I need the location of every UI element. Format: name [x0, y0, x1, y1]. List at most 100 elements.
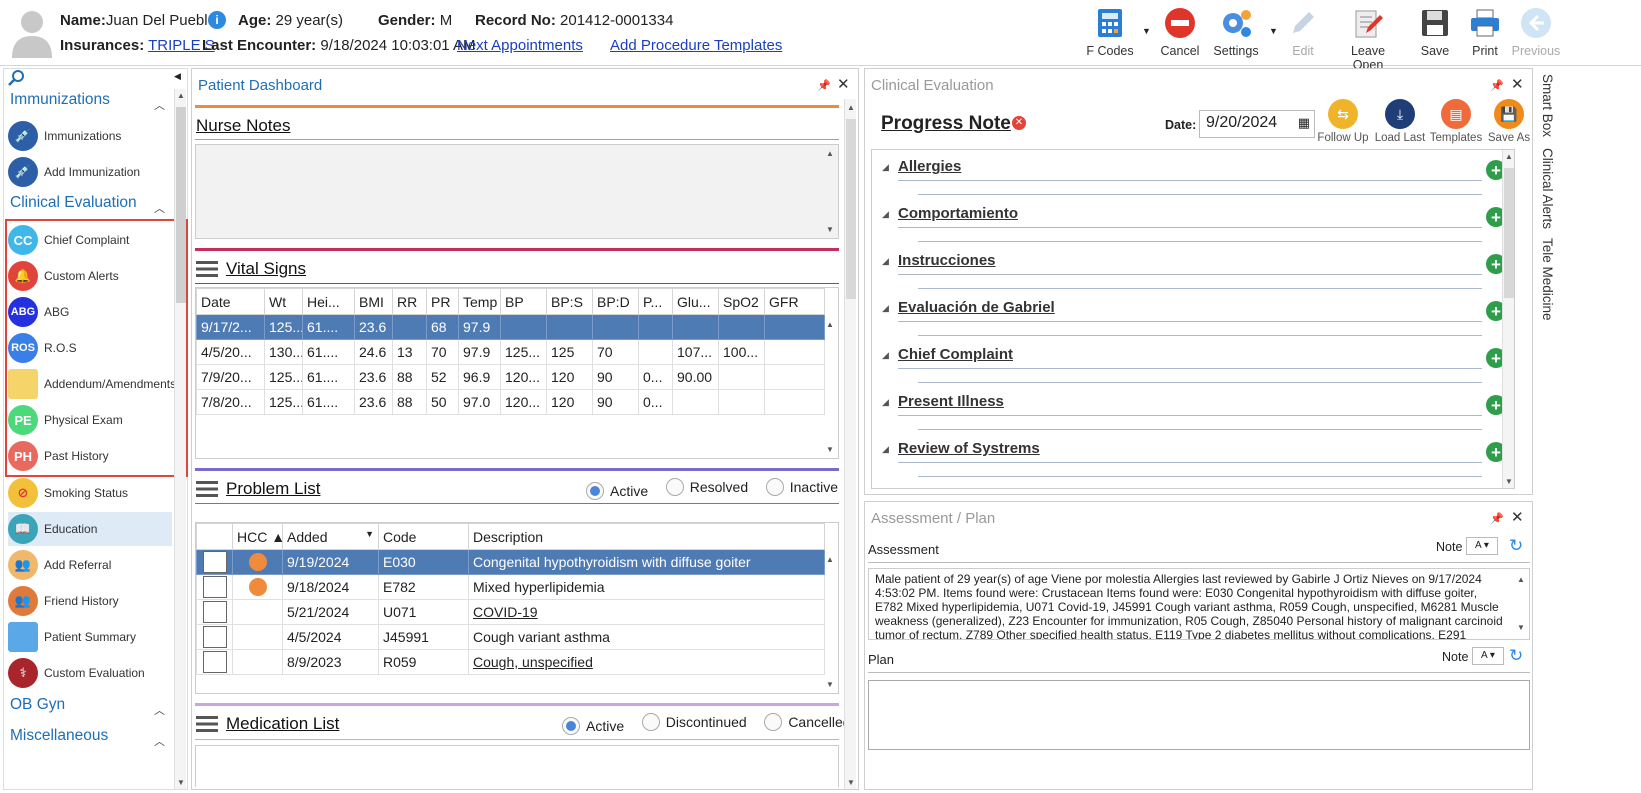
section-title[interactable]: Chief Complaint — [898, 346, 1013, 363]
refresh-icon[interactable]: ↻ — [1509, 536, 1523, 556]
assessment-textarea[interactable]: Male patient of 29 year(s) of age Viene … — [868, 568, 1530, 640]
fcodes-button[interactable]: F Codes — [1080, 4, 1140, 62]
progress-note-section[interactable]: ◢ Present Illness + — [878, 393, 1506, 433]
sidebar-item-ros[interactable]: ROS R.O.S — [8, 331, 172, 365]
menu-icon[interactable] — [196, 716, 218, 732]
column-header[interactable]: PR — [426, 288, 459, 315]
scroll-down-icon[interactable]: ▼ — [1515, 621, 1527, 635]
miscellaneous-header[interactable]: Miscellaneous — [10, 727, 108, 745]
scroll-up-icon[interactable]: ▲ — [824, 149, 836, 158]
sidebar-scrollbar[interactable]: ▲ ▼ — [174, 89, 186, 789]
section-title[interactable]: Instrucciones — [898, 252, 996, 269]
section-title[interactable]: Review of Systrems — [898, 440, 1040, 457]
medication-cancelled-radio[interactable]: Cancelled — [764, 713, 851, 731]
column-header[interactable]: RR — [392, 288, 427, 315]
ob-gyn-header[interactable]: OB Gyn — [10, 696, 65, 714]
sidebar-item-smoking-status[interactable]: ⊘ Smoking Status — [8, 476, 172, 510]
table-cell[interactable]: Cough, unspecified — [468, 649, 825, 675]
refresh-icon[interactable]: ↻ — [1509, 646, 1523, 666]
row-checkbox[interactable] — [202, 601, 227, 623]
previous-button[interactable]: Previous — [1506, 4, 1566, 62]
row-checkbox[interactable] — [202, 576, 227, 598]
expand-triangle-icon[interactable]: ◢ — [882, 162, 889, 173]
column-header[interactable]: Wt — [264, 288, 303, 315]
scroll-thumb[interactable] — [846, 119, 856, 299]
column-header[interactable]: BP:D — [592, 288, 639, 315]
scroll-down-icon[interactable]: ▼ — [824, 225, 836, 234]
row-checkbox[interactable] — [202, 651, 227, 673]
table-row[interactable]: 7/9/20... 125... 61.... 23.6 88 52 96.9 120... 1… — [196, 364, 825, 390]
sidebar-item-custom-alerts[interactable]: 🔔 Custom Alerts — [8, 259, 172, 293]
sidebar-item-physical-exam[interactable]: PE Physical Exam — [8, 403, 172, 437]
scroll-thumb[interactable] — [1504, 168, 1514, 298]
pin-icon[interactable]: 📌 — [1490, 512, 1504, 525]
scroll-up-icon[interactable]: ▲ — [175, 91, 187, 100]
plan-textarea[interactable] — [868, 680, 1530, 750]
table-row[interactable]: 4/5/20... 130... 61.... 24.6 13 70 97.9 125... 1… — [196, 339, 825, 365]
tab-tele-medicine[interactable]: Tele Medicine — [1540, 238, 1555, 321]
medication-active-radio[interactable]: Active — [562, 717, 624, 735]
date-field[interactable]: 9/20/2024 ▦ — [1199, 110, 1315, 138]
sidebar-item-abg[interactable]: ABG ABG — [8, 295, 172, 329]
scroll-down-icon[interactable]: ▼ — [175, 778, 187, 787]
progress-note-section[interactable]: ◢ Chief Complaint + — [878, 346, 1506, 386]
column-header[interactable]: Temp — [458, 288, 501, 315]
scroll-up-icon[interactable]: ▲ — [1515, 573, 1527, 587]
table-row[interactable]: 8/9/2023 R059 Cough, unspecified — [196, 649, 825, 675]
sidebar-item-immunizations[interactable]: 💉 Immunizations — [8, 119, 172, 153]
progress-note-section[interactable]: ◢ Review of Systrems + — [878, 440, 1506, 480]
scroll-down-icon[interactable]: ▼ — [1503, 477, 1514, 486]
clinical-evaluation-header[interactable]: Clinical Evaluation — [10, 194, 137, 212]
clinical-evaluation-collapse-icon[interactable]: ︿ — [154, 200, 165, 216]
table-row[interactable]: 9/18/2024 E782 Mixed hyperlipidemia — [196, 574, 825, 600]
close-icon[interactable]: ✕ — [1511, 508, 1524, 526]
row-checkbox[interactable] — [202, 626, 227, 648]
menu-icon[interactable] — [196, 481, 218, 497]
column-header[interactable]: BP — [500, 288, 547, 315]
column-header[interactable]: BMI — [354, 288, 393, 315]
menu-icon[interactable] — [196, 261, 218, 277]
nurse-notes-header[interactable]: Nurse Notes — [196, 116, 290, 136]
sidebar-item-addendum[interactable]: Addendum/Amendments — [8, 367, 176, 401]
scroll-up-icon[interactable]: ▲ — [824, 555, 836, 564]
table-row[interactable]: 5/21/2024 U071 COVID-19 — [196, 599, 825, 625]
remove-icon[interactable]: ✕ — [1012, 116, 1026, 130]
problem-active-radio[interactable]: Active — [586, 482, 648, 500]
collapse-sidebar-icon[interactable]: ◀ — [174, 71, 181, 82]
column-header[interactable]: BP:S — [546, 288, 593, 315]
pin-icon[interactable]: 📌 — [817, 79, 831, 92]
column-header-hcc[interactable]: HCC ▲ — [232, 523, 283, 550]
templates-button[interactable]: ▤ Templates — [1428, 99, 1484, 144]
immunizations-collapse-icon[interactable]: ︿ — [154, 97, 165, 113]
column-header-description[interactable]: Description — [468, 523, 825, 550]
section-title[interactable]: Allergies — [898, 158, 961, 175]
row-checkbox[interactable] — [202, 551, 227, 573]
column-header[interactable]: Date — [196, 288, 265, 315]
scroll-down-icon[interactable]: ▼ — [824, 445, 836, 454]
scroll-up-icon[interactable]: ▲ — [824, 320, 836, 329]
load-last-button[interactable]: ⤓ Load Last — [1372, 99, 1428, 144]
scroll-down-icon[interactable]: ▼ — [824, 680, 836, 689]
table-row[interactable]: 4/5/2024 J45991 Cough variant asthma — [196, 624, 825, 650]
leave-open-button[interactable]: Leave Open — [1338, 4, 1398, 72]
progress-note-section[interactable]: ◢ Instrucciones + — [878, 252, 1506, 292]
problem-resolved-radio[interactable]: Resolved — [665, 478, 748, 496]
section-title[interactable]: Comportamiento — [898, 205, 1018, 222]
note-format-dropdown[interactable]: A ▾ — [1466, 537, 1498, 555]
column-header[interactable]: P... — [638, 288, 673, 315]
sidebar-item-add-referral[interactable]: 👥 Add Referral — [8, 548, 172, 582]
search-icon[interactable] — [8, 69, 26, 87]
section-title[interactable]: Evaluación de Gabriel — [898, 299, 1055, 316]
sidebar-item-add-immunization[interactable]: 💉 Add Immunization — [8, 155, 172, 189]
table-row[interactable]: 9/17/2... 125... 61.... 23.6 68 97.9 — [196, 314, 825, 340]
scroll-up-icon[interactable]: ▲ — [845, 103, 857, 112]
column-header-added[interactable]: Added ▼ — [282, 523, 379, 550]
sidebar-item-chief-complaint[interactable]: CC Chief Complaint — [8, 223, 172, 257]
problem-list-header[interactable]: Problem List — [196, 479, 320, 499]
scroll-up-icon[interactable]: ▲ — [1503, 152, 1514, 161]
note-format-dropdown[interactable]: A ▾ — [1472, 647, 1504, 665]
edit-button[interactable]: Edit — [1273, 4, 1333, 62]
nurse-notes-textarea[interactable]: ▲ ▼ — [195, 144, 839, 239]
miscellaneous-collapse-icon[interactable]: ︿ — [154, 733, 165, 749]
close-icon[interactable]: ✕ — [837, 75, 850, 93]
